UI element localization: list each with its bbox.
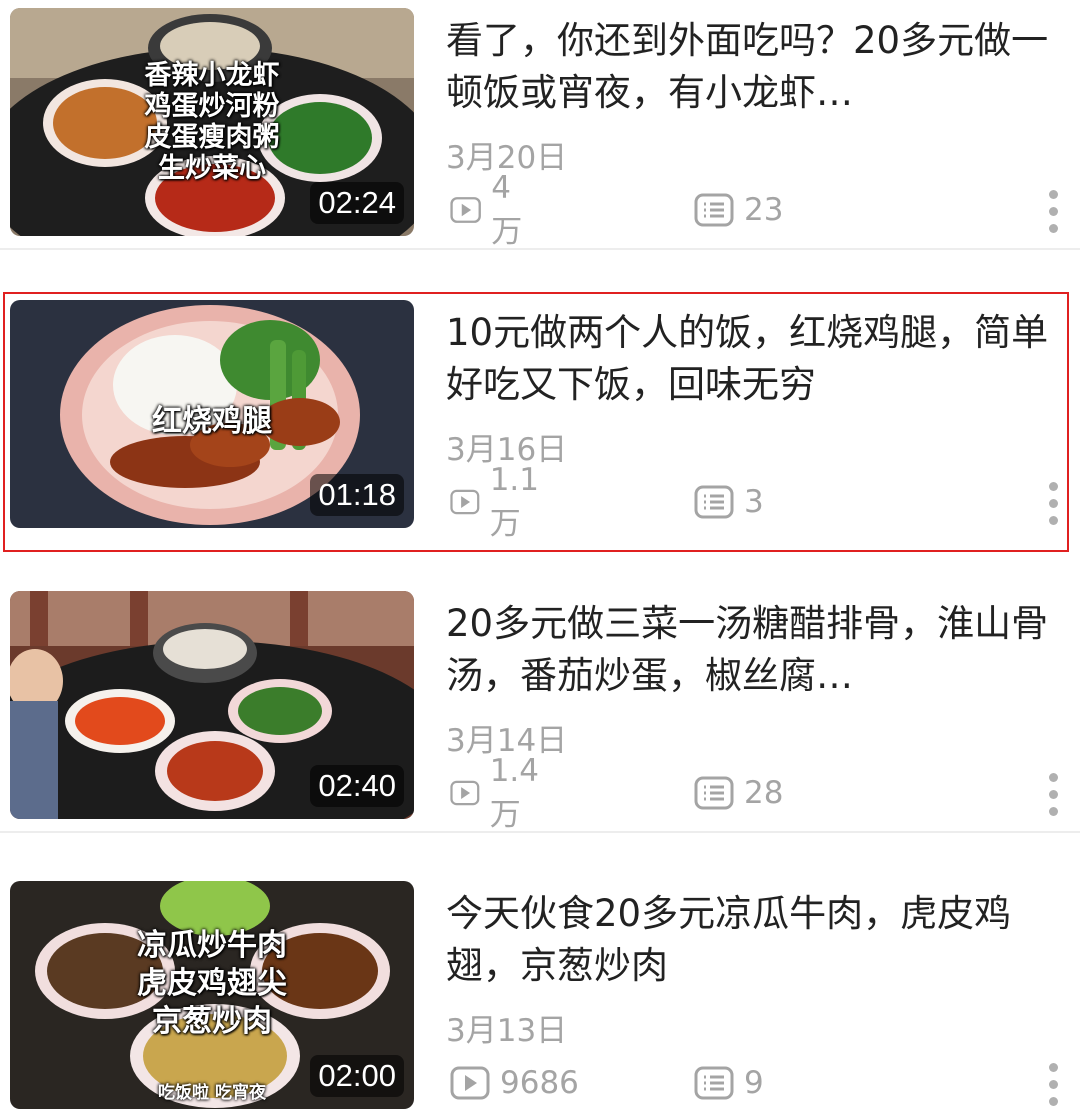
comment-count-icon [694,1066,734,1100]
more-vertical-icon[interactable] [1046,773,1060,817]
video-list: 香辣小龙虾 鸡蛋炒河粉 皮蛋瘦肉粥 生炒菜心 02:24 看了，你还到外面吃吗？… [0,0,1080,1114]
video-duration: 02:00 [310,1055,404,1097]
comment-count: 9 [694,1058,764,1108]
comment-count-icon [694,193,734,227]
video-title[interactable]: 今天伙食20多元凉瓜牛肉，虎皮鸡翅，京葱炒肉 [446,888,1056,992]
video-title[interactable]: 20多元做三菜一汤糖醋排骨，淮山骨汤，番茄炒蛋，椒丝腐… [446,598,1056,702]
divider [0,248,1080,250]
video-item[interactable]: 凉瓜炒牛肉 虎皮鸡翅尖 京葱炒肉 吃饭啦 吃宵夜 02:00 今天伙食20多元凉… [0,873,1080,1114]
play-count-value: 4万 [491,169,523,250]
play-count: 9686 [450,1058,579,1108]
caption-line: 虎皮鸡翅尖 [137,966,287,1001]
caption-line: 鸡蛋炒河粉 [144,91,280,122]
video-thumbnail[interactable]: 凉瓜炒牛肉 虎皮鸡翅尖 京葱炒肉 吃饭啦 吃宵夜 02:00 [10,881,414,1109]
video-duration: 02:40 [310,765,404,807]
play-count-icon [450,197,481,223]
caption-line: 香辣小龙虾 [144,60,280,91]
play-count: 4万 [450,170,531,250]
more-vertical-icon[interactable] [1046,1063,1060,1107]
video-duration: 02:24 [310,182,404,224]
comment-count-icon [694,776,734,810]
play-count-value: 9686 [500,1065,579,1101]
selected-item-highlight [3,292,1069,552]
video-thumbnail[interactable]: 02:40 [10,591,414,819]
caption-line: 京葱炒肉 [152,1004,272,1039]
video-item[interactable]: 香辣小龙虾 鸡蛋炒河粉 皮蛋瘦肉粥 生炒菜心 02:24 看了，你还到外面吃吗？… [0,0,1080,250]
video-item[interactable]: 02:40 20多元做三菜一汤糖醋排骨，淮山骨汤，番茄炒蛋，椒丝腐… 3月14日… [0,583,1080,833]
comment-count: 28 [694,768,783,818]
caption-line: 皮蛋瘦肉粥 [144,122,280,153]
comment-count-value: 23 [744,192,784,228]
caption-line: 凉瓜炒牛肉 [137,928,287,963]
video-thumbnail[interactable]: 香辣小龙虾 鸡蛋炒河粉 皮蛋瘦肉粥 生炒菜心 02:24 [10,8,414,236]
play-count: 1.4万 [450,753,549,833]
play-count-icon [450,1066,490,1100]
more-vertical-icon[interactable] [1046,190,1060,234]
divider [0,831,1080,833]
comment-count-value: 9 [744,1065,764,1101]
comment-count-value: 28 [744,775,784,811]
play-count-icon [450,780,480,806]
comment-count: 23 [694,185,783,235]
video-date: 3月13日 [446,1013,568,1049]
video-title[interactable]: 看了，你还到外面吃吗？20多元做一顿饭或宵夜，有小龙虾… [446,15,1056,119]
play-count-value: 1.4万 [489,752,539,833]
caption-line: 生炒菜心 [158,153,266,184]
